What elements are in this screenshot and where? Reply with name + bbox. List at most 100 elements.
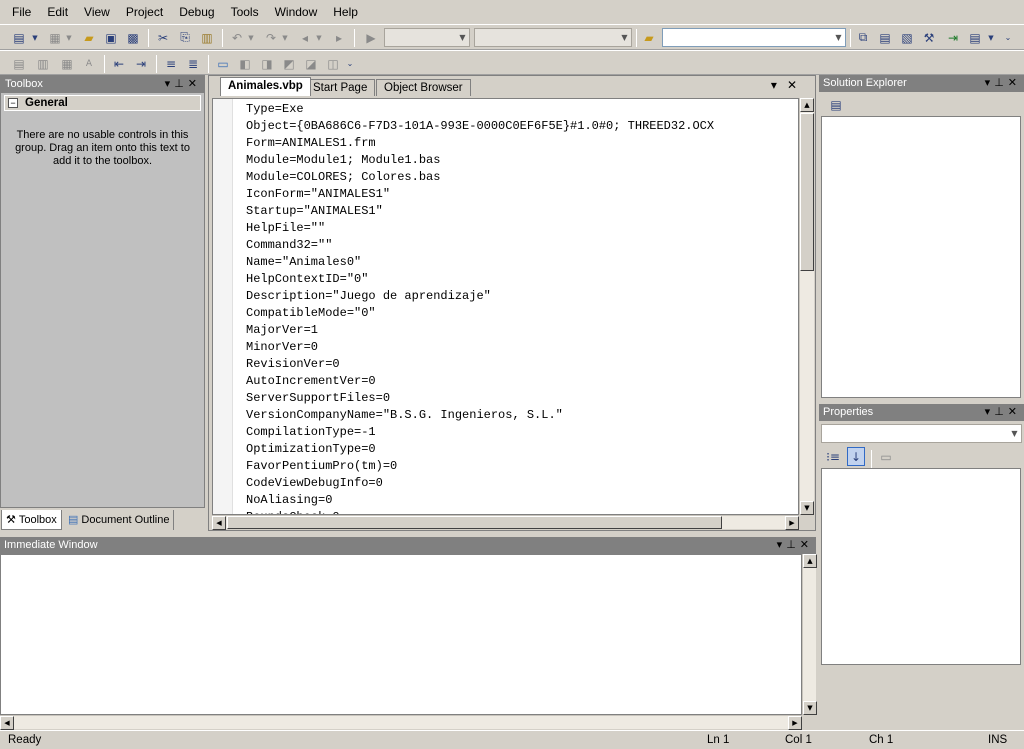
scroll-down-icon[interactable]: ▼ [800,501,814,515]
close-icon[interactable]: ✕ [1008,77,1021,89]
scroll-down-icon[interactable]: ▼ [803,701,817,715]
bookmark-clear-icon[interactable]: ◫ [324,55,342,72]
horizontal-scroll-thumb[interactable] [227,516,722,529]
toolbar2-overflow-icon[interactable]: ⌄ [344,55,356,72]
menu-bar: File Edit View Project Debug Tools Windo… [0,0,1024,24]
toolbox-icon[interactable]: ⚒ [920,29,938,46]
pin-icon[interactable]: ⊥ [994,77,1008,89]
alphabetical-icon[interactable]: ↓ [847,447,865,466]
add-item-icon[interactable]: ▦ [46,29,64,46]
immediate-horizontal-scrollbar[interactable]: ◀ ▶ [0,715,802,730]
menu-file[interactable]: File [4,0,39,24]
pin-icon[interactable]: ⊥ [994,406,1008,418]
scroll-right-icon[interactable]: ▶ [785,516,799,530]
find-in-files-icon[interactable]: ▰ [640,29,658,46]
tab-document-outline[interactable]: ▤ Document Outline [64,510,175,530]
configuration-select[interactable]: ▼ [384,28,470,47]
menu-edit[interactable]: Edit [39,0,76,24]
save-all-icon[interactable]: ▩ [124,29,142,46]
close-document-icon[interactable]: ✕ [787,78,807,92]
menu-help[interactable]: Help [325,0,366,24]
object-browser-icon[interactable]: ▧ [898,29,916,46]
property-pages-icon[interactable]: ▭ [877,448,895,465]
editor-horizontal-scrollbar[interactable]: ◀ ▶ [212,515,799,530]
code-line: CompilationType=-1 [246,425,376,439]
categorized-icon[interactable]: ⁝≡ [824,448,842,465]
code-text-area[interactable]: Type=Exe Object={0BA686C6-F7D3-101A-993E-… [212,98,799,515]
redo-icon[interactable]: ↷ [262,29,280,46]
scroll-left-icon[interactable]: ◀ [0,716,14,730]
menu-window[interactable]: Window [267,0,326,24]
redo-dropdown-icon[interactable]: ▼ [280,29,290,46]
toolbar-overflow-icon[interactable]: ⌄ [1002,29,1014,46]
cut-icon[interactable]: ✂ [154,29,172,46]
vertical-scroll-thumb[interactable] [800,113,814,271]
start-page-icon[interactable]: ⇥ [944,29,962,46]
editor-vertical-scrollbar[interactable]: ▲ ▼ [799,98,814,515]
menu-tools[interactable]: Tools [223,0,267,24]
menu-view[interactable]: View [76,0,118,24]
start-icon[interactable]: ▶ [362,29,380,46]
scroll-up-icon[interactable]: ▲ [803,554,817,568]
navigate-forward-icon[interactable]: ▸ [330,29,348,46]
solution-tree[interactable] [821,116,1021,398]
close-icon[interactable]: ✕ [188,78,201,90]
window-position-icon[interactable]: ▾ [165,78,175,90]
open-icon[interactable]: ▰ [80,29,98,46]
paste-icon[interactable]: ▥ [198,29,216,46]
quick-info-icon[interactable]: ▦ [58,55,76,72]
immediate-text-area[interactable] [0,554,802,715]
scroll-left-icon[interactable]: ◀ [212,516,226,530]
tab-toolbox[interactable]: ⚒ Toolbox [1,510,62,530]
pin-icon[interactable]: ⊥ [174,78,188,90]
window-position-icon[interactable]: ▾ [985,77,995,89]
find-combo[interactable]: ▼ [662,28,846,47]
status-insert-mode: INS [988,734,1008,746]
pin-icon[interactable]: ⊥ [786,539,800,551]
platform-select[interactable]: ▼ [474,28,632,47]
bookmark-toggle-icon[interactable]: ▭ [214,55,232,72]
properties-grid[interactable] [821,468,1021,665]
close-icon[interactable]: ✕ [1008,406,1021,418]
collapse-icon[interactable]: − [8,98,18,108]
toolbox-group-general[interactable]: − General [4,95,201,111]
add-dropdown-icon[interactable]: ▼ [64,29,74,46]
immediate-vertical-scrollbar[interactable]: ▲ ▼ [802,554,817,715]
new-project-icon[interactable]: ▤ [10,29,28,46]
tab-animales-vbp[interactable]: Animales.vbp [220,77,311,96]
list-members-icon[interactable]: ▤ [10,55,28,72]
complete-word-icon[interactable]: A [80,55,98,72]
active-files-icon[interactable]: ▾ [771,78,787,92]
navigate-back-icon[interactable]: ◂ [296,29,314,46]
uncomment-icon[interactable]: ≣ [184,55,202,72]
back-dropdown-icon[interactable]: ▼ [314,29,324,46]
bookmark-next-folder-icon[interactable]: ◪ [302,55,320,72]
menu-debug[interactable]: Debug [171,0,222,24]
scroll-up-icon[interactable]: ▲ [800,98,814,112]
copy-icon[interactable]: ⎘ [176,29,194,46]
undo-icon[interactable]: ↶ [228,29,246,46]
comment-icon[interactable]: ≡ [162,55,180,72]
bookmark-prev-icon[interactable]: ◧ [236,55,254,72]
toolbar-options-icon[interactable]: ▼ [986,29,996,46]
properties-window-icon[interactable]: ▤ [876,29,894,46]
window-position-icon[interactable]: ▾ [985,406,995,418]
undo-dropdown-icon[interactable]: ▼ [246,29,256,46]
parameter-info-icon[interactable]: ▥ [34,55,52,72]
properties-button-icon[interactable]: ▤ [827,96,845,113]
bookmark-prev-folder-icon[interactable]: ◩ [280,55,298,72]
command-window-icon[interactable]: ▤ [966,29,984,46]
tab-start-page[interactable]: Start Page [305,79,376,96]
decrease-indent-icon[interactable]: ⇤ [110,55,128,72]
increase-indent-icon[interactable]: ⇥ [132,55,150,72]
solution-explorer-icon[interactable]: ⧉ [854,29,872,46]
window-position-icon[interactable]: ▾ [777,539,787,551]
object-select[interactable]: ▼ [821,424,1022,443]
new-dropdown-icon[interactable]: ▼ [30,29,40,46]
close-icon[interactable]: ✕ [800,539,813,551]
tab-object-browser[interactable]: Object Browser [376,79,471,96]
bookmark-next-icon[interactable]: ◨ [258,55,276,72]
menu-project[interactable]: Project [118,0,171,24]
save-icon[interactable]: ▣ [102,29,120,46]
scroll-right-icon[interactable]: ▶ [788,716,802,730]
